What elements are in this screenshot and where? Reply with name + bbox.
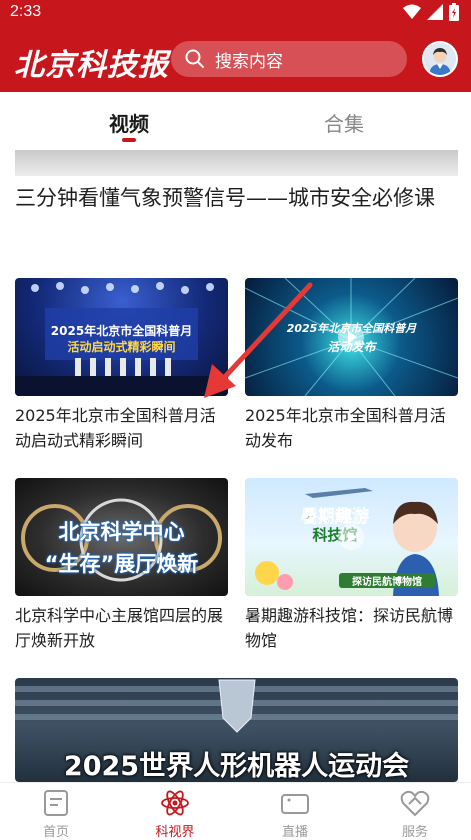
video-title[interactable]: 北京科学中心主展馆四层的展厅焕新开放 [15,603,230,653]
home-doc-icon [44,790,68,816]
nav-label: 首页 [42,825,69,840]
tab-video[interactable]: 视频 [109,108,149,137]
nav-science-view[interactable]: 科视界 [135,789,215,840]
video-thumbnail[interactable]: 2025年北京市全国科普月 活动启动式精彩瞬间 [15,278,228,396]
battery-icon [449,3,459,21]
thumbnail-caption-line2: 科技馆 [312,526,358,544]
featured-thumbnail[interactable] [15,150,458,176]
wifi-icon [403,4,421,19]
thumbnail-caption-line1: 2025年北京市全国科普月 [50,324,193,338]
video-title[interactable]: 2025年北京市全国科普月活动发布 [245,403,460,453]
status-icons [403,3,459,21]
video-card[interactable]: 北京科学中心 “生存”展厅焕新 北京科学中心主展馆四层的展厅焕新开放 [15,478,228,654]
thumbnail-caption-line1: 北京科学中心 [58,520,185,544]
video-thumbnail[interactable]: 暑期趣游 科技馆 探访民航博物馆 [245,478,458,596]
user-avatar[interactable] [422,41,458,77]
signal-icon [427,4,443,20]
nav-service[interactable]: 服务 [375,789,455,840]
content-tabs: 视频 合集 [0,92,471,148]
status-bar: 2:33 [0,0,471,26]
video-card[interactable]: 暑期趣游 科技馆 探访民航博物馆 暑期趣游科技馆：探访民航博物馆 [245,478,458,654]
video-thumbnail[interactable]: 北京科学中心 “生存”展厅焕新 [15,478,228,596]
active-tab-indicator [122,138,136,142]
play-icon[interactable] [338,524,364,550]
nav-label: 科视界 [155,825,195,840]
atom-icon [161,790,189,816]
thumbnail-caption-line2: “生存”展厅焕新 [44,552,199,576]
avatar-icon [424,43,456,75]
video-title[interactable]: 暑期趣游科技馆：探访民航博物馆 [245,603,460,653]
nav-home[interactable]: 首页 [16,789,96,840]
wide-thumbnail-caption: 2025世界人形机器人运动会 [63,751,410,782]
nav-label: 服务 [401,825,428,840]
thumbnail-caption-line3: 探访民航博物馆 [339,573,435,588]
bottom-navigation: 首页 科视界 直播 服务 [0,782,471,840]
video-card[interactable]: 2025年北京市全国科普月 活动发布 2025年北京市全国科普月活动发布 [245,278,458,454]
app-header: 北京科技报 搜索内容 [0,26,471,92]
video-card[interactable]: 2025年北京市全国科普月 活动启动式精彩瞬间 2025年北京市全国科普月活动启… [15,278,228,454]
nav-label: 直播 [281,825,308,840]
video-thumbnail-wide[interactable]: 2025世界人形机器人运动会 [15,678,458,782]
search-icon [185,49,204,68]
video-camera-icon [281,794,309,814]
tab-collection[interactable]: 合集 [324,108,364,137]
video-thumbnail[interactable]: 2025年北京市全国科普月 活动发布 [245,278,458,396]
status-time: 2:33 [10,3,42,20]
app-logo: 北京科技报 [14,48,169,83]
play-icon[interactable] [338,324,364,350]
search-bar[interactable]: 搜索内容 [171,41,407,77]
thumbnail-caption-line2: 活动启动式精彩瞬间 [67,340,176,354]
search-placeholder: 搜索内容 [215,51,283,72]
service-icon [400,790,430,817]
video-title[interactable]: 2025年北京市全国科普月活动启动式精彩瞬间 [15,403,230,453]
featured-title[interactable]: 三分钟看懂气象预警信号——城市安全必修课 [15,182,455,214]
nav-live[interactable]: 直播 [255,789,335,840]
